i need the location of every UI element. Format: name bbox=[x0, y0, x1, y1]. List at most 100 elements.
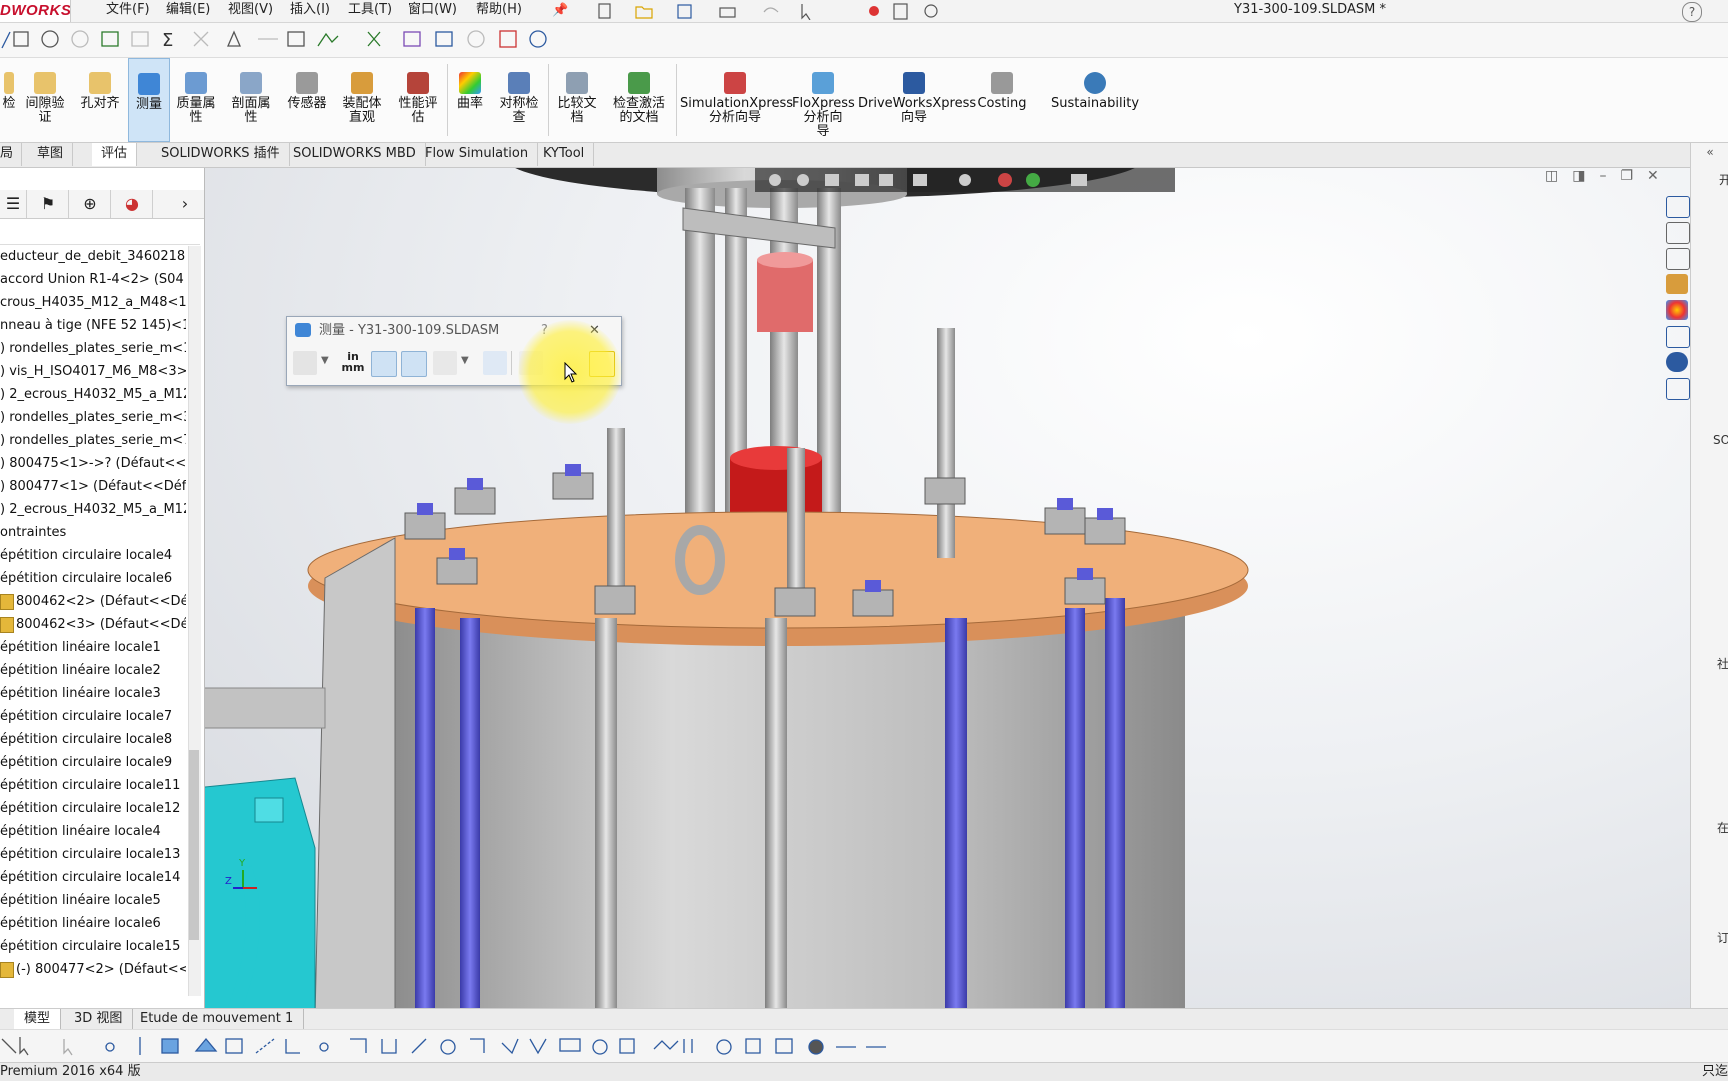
tree-item[interactable]: ) 2_ecrous_H4032_M5_a_M12 bbox=[0, 384, 186, 406]
tree-item[interactable]: épétition circulaire locale12 bbox=[0, 798, 186, 820]
tab-flow-simulation[interactable]: Flow Simulation bbox=[416, 143, 539, 166]
tree-item[interactable]: épétition circulaire locale4 bbox=[0, 545, 186, 567]
tree-item[interactable]: ) 800475<1>->? (Défaut<<D bbox=[0, 453, 186, 475]
tree-item[interactable]: épétition circulaire locale6 bbox=[0, 568, 186, 590]
cmd-assembly-visualization[interactable]: 装配体 直观 bbox=[336, 58, 388, 142]
tree-item[interactable]: ) 2_ecrous_H4032_M5_a_M12 bbox=[0, 499, 186, 521]
menu-insert[interactable]: 插入(I) bbox=[290, 0, 330, 22]
cmd-curvature[interactable]: 曲率 bbox=[452, 58, 488, 142]
configuration-manager-icon[interactable]: ⊕ bbox=[70, 190, 111, 218]
menu-edit[interactable]: 编辑(E) bbox=[166, 0, 210, 22]
tree-item[interactable]: épétition circulaire locale8 bbox=[0, 729, 186, 751]
menu-view[interactable]: 视图(V) bbox=[228, 0, 273, 22]
feature-tree-icon[interactable]: ☰ bbox=[0, 190, 27, 218]
tree-item[interactable]: accord Union R1-4<2> (S04 bbox=[0, 269, 186, 291]
tree-item[interactable]: 800462<3> (Défaut<<Déf bbox=[16, 614, 186, 636]
tab-sketch[interactable]: 草图 bbox=[28, 143, 74, 166]
tab-solidworks-addins[interactable]: SOLIDWORKS 插件 bbox=[152, 143, 290, 166]
tab-layout[interactable]: 局 bbox=[0, 143, 23, 166]
cmd-interference-check[interactable]: 间隙验 证 bbox=[20, 58, 70, 142]
file-explorer-icon[interactable] bbox=[1666, 248, 1690, 270]
cmd-section-properties[interactable]: 剖面属 性 bbox=[226, 58, 276, 142]
projection-button[interactable] bbox=[433, 351, 457, 375]
cmd-symmetry-check[interactable]: 对称检 查 bbox=[494, 58, 544, 142]
tree-item[interactable]: épétition linéaire locale4 bbox=[0, 821, 186, 843]
tree-item[interactable]: épétition linéaire locale2 bbox=[0, 660, 186, 682]
graphics-viewport[interactable]: ◫◨–❐✕ Y Z bbox=[205, 168, 1693, 1010]
appearances-icon[interactable] bbox=[1666, 300, 1688, 320]
home-icon[interactable] bbox=[1666, 196, 1690, 218]
tree-scrollbar-thumb[interactable] bbox=[189, 750, 199, 940]
cmd-sustainability[interactable]: Sustainability bbox=[1050, 58, 1140, 142]
tree-item[interactable]: épétition circulaire locale15 bbox=[0, 936, 186, 958]
pin-icon[interactable]: 📌 bbox=[552, 3, 568, 18]
solidworks-resources-icon[interactable] bbox=[1666, 352, 1688, 372]
chevron-right-icon[interactable]: › bbox=[170, 190, 200, 218]
heads-up-toolbar[interactable] bbox=[755, 168, 1175, 192]
tree-item[interactable]: ) rondelles_plates_serie_m<7 bbox=[0, 430, 186, 452]
tree-item[interactable]: épétition circulaire locale13 bbox=[0, 844, 186, 866]
cmd-mass-properties[interactable]: 质量属 性 bbox=[172, 58, 220, 142]
cmd-performance-evaluation[interactable]: 性能评 估 bbox=[392, 58, 444, 142]
tab-solidworks-mbd[interactable]: SOLIDWORKS MBD bbox=[284, 143, 426, 166]
arc-circle-options-icon[interactable] bbox=[293, 351, 317, 375]
tree-item[interactable]: épétition circulaire locale14 bbox=[0, 867, 186, 889]
cmd-sensor[interactable]: 传感器 bbox=[282, 58, 332, 142]
tree-item[interactable]: ) 800477<1> (Défaut<<Défa bbox=[0, 476, 186, 498]
tree-item[interactable]: épétition linéaire locale1 bbox=[0, 637, 186, 659]
secondary-toolbar-icons[interactable]: Σ bbox=[0, 28, 560, 52]
appearance-manager-icon[interactable]: ◕ bbox=[112, 190, 153, 218]
chevron-down-icon[interactable]: ▼ bbox=[461, 355, 469, 366]
measure-history-button[interactable] bbox=[483, 351, 507, 375]
cmd-measure[interactable]: 测量 bbox=[128, 58, 170, 142]
menu-tools[interactable]: 工具(T) bbox=[348, 0, 392, 22]
cmd-simulationxpress[interactable]: SimulationXpress 分析向导 bbox=[680, 58, 793, 142]
tab-model[interactable]: 模型 bbox=[14, 1009, 62, 1029]
chevron-down-icon[interactable]: ▼ bbox=[321, 355, 329, 366]
menu-help[interactable]: 帮助(H) bbox=[476, 0, 522, 22]
help-icon[interactable]: ? bbox=[1682, 2, 1702, 22]
tab-motion-study[interactable]: Etude de mouvement 1 bbox=[130, 1009, 305, 1029]
tab-kytool[interactable]: KYTool bbox=[534, 143, 595, 166]
tree-item[interactable]: educteur_de_debit_34602182 bbox=[0, 246, 186, 268]
forum-icon[interactable] bbox=[1666, 378, 1690, 400]
tree-item[interactable]: (-) 800477<2> (Défaut<<I bbox=[16, 959, 186, 981]
menu-window[interactable]: 窗口(W) bbox=[408, 0, 457, 22]
custom-properties-icon[interactable] bbox=[1666, 326, 1690, 348]
cmd-floxpress[interactable]: FloXpress 分析向 导 bbox=[792, 58, 855, 142]
tree-item[interactable]: ontraintes bbox=[0, 522, 186, 544]
tree-item[interactable]: épétition circulaire locale7 bbox=[0, 706, 186, 728]
collapse-pane-icon[interactable]: « bbox=[1693, 145, 1727, 161]
tree-item[interactable]: ) rondelles_plates_serie_m<1 bbox=[0, 338, 186, 360]
tree-item[interactable]: épétition linéaire locale3 bbox=[0, 683, 186, 705]
show-xyz-measurements-button[interactable] bbox=[371, 351, 397, 377]
select-icon bbox=[801, 4, 811, 20]
tree-item[interactable]: épétition circulaire locale11 bbox=[0, 775, 186, 797]
tree-item[interactable]: 800462<2> (Défaut<<Déf bbox=[16, 591, 186, 613]
view-palette-icon[interactable] bbox=[1666, 274, 1688, 294]
point-to-point-button[interactable] bbox=[401, 351, 427, 377]
tree-item[interactable]: nneau à tige (NFE 52 145)<1 bbox=[0, 315, 186, 337]
tree-item[interactable]: épétition linéaire locale5 bbox=[0, 890, 186, 912]
tree-item[interactable]: ) rondelles_plates_serie_m<3 bbox=[0, 407, 186, 429]
tab-3d-views[interactable]: 3D 视图 bbox=[64, 1009, 134, 1029]
cmd-check[interactable]: 检 bbox=[0, 58, 18, 142]
menu-file[interactable]: 文件(F) bbox=[106, 0, 150, 22]
cmd-check-active-document[interactable]: 检查激活 的文档 bbox=[604, 58, 674, 142]
cmd-costing[interactable]: Costing bbox=[976, 58, 1028, 142]
property-manager-icon[interactable]: ⚑ bbox=[28, 190, 69, 218]
selection-toolbar-icons[interactable] bbox=[0, 1035, 900, 1057]
tree-item[interactable]: crous_H4035_M12_a_M48<1 bbox=[0, 292, 186, 314]
cmd-driveworksxpress[interactable]: DriveWorksXpress 向导 bbox=[858, 58, 976, 142]
tree-item[interactable]: ) vis_H_ISO4017_M6_M8<3> bbox=[0, 361, 186, 383]
cmd-hole-alignment[interactable]: 孔对齐 bbox=[74, 58, 126, 142]
assembly-model[interactable] bbox=[205, 168, 1693, 1010]
tab-evaluate[interactable]: 评估 bbox=[92, 143, 138, 166]
tree-filter[interactable] bbox=[0, 220, 200, 245]
tree-item[interactable]: épétition circulaire locale9 bbox=[0, 752, 186, 774]
viewport-window-controls[interactable]: ◫◨–❐✕ bbox=[1545, 168, 1685, 188]
units-precision-button[interactable]: in mm bbox=[341, 351, 365, 375]
cmd-compare-documents[interactable]: 比较文 档 bbox=[552, 58, 602, 142]
tree-item[interactable]: épétition linéaire locale6 bbox=[0, 913, 186, 935]
design-library-icon[interactable] bbox=[1666, 222, 1690, 244]
